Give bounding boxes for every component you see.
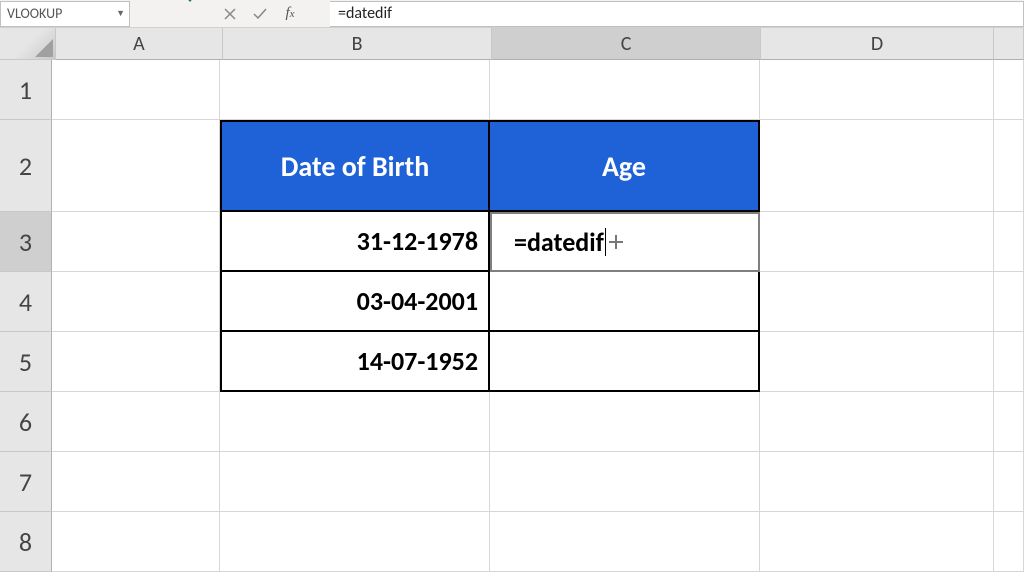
cell-C6[interactable] [490,392,760,452]
cell-B7[interactable] [220,452,490,512]
cell-C4[interactable] [490,272,760,332]
editing-text: =datedif [514,226,604,258]
cell-E2[interactable] [994,120,1024,212]
text-cursor-icon [605,228,606,256]
row-header-8[interactable]: 8 [0,512,52,572]
cell-E7[interactable] [994,452,1024,512]
dob-value-1: 31-12-1978 [357,225,478,257]
row-header-2[interactable]: 2 [0,120,52,212]
cell-C7[interactable] [490,452,760,512]
cell-D6[interactable] [760,392,994,452]
cell-A4[interactable] [52,272,220,332]
row-header-6[interactable]: 6 [0,392,52,452]
cell-B1[interactable] [220,60,490,120]
cell-A7[interactable] [52,452,220,512]
cell-A6[interactable] [52,392,220,452]
cell-E3[interactable] [994,212,1024,272]
select-all-corner[interactable] [0,28,56,60]
formula-bar: VLOOKUP ▼ fx =datedif [0,0,1024,28]
cell-E8[interactable] [994,512,1024,572]
row-header-7[interactable]: 7 [0,452,52,512]
cell-E4[interactable] [994,272,1024,332]
cell-B6[interactable] [220,392,490,452]
fill-handle-cursor-icon [609,235,623,249]
cell-D7[interactable] [760,452,994,512]
cell-D3[interactable] [760,212,994,272]
cell-A5[interactable] [52,332,220,392]
cell-D4[interactable] [760,272,994,332]
cell-D2[interactable] [760,120,994,212]
cell-D8[interactable] [760,512,994,572]
header-age: Age [602,149,646,184]
row-header-3[interactable]: 3 [0,212,52,272]
cell-A2[interactable] [52,120,220,212]
formula-input-text: =datedif [338,4,392,23]
cancel-formula-button[interactable] [222,6,238,22]
header-date-of-birth: Date of Birth [281,149,430,184]
col-header-A[interactable]: A [56,28,223,60]
row-header-1[interactable]: 1 [0,60,52,120]
column-headers: A B C D [0,28,1024,60]
name-box-dropdown-icon[interactable]: ▼ [116,8,125,19]
cells-area[interactable]: Date of Birth Age 31-12-1978 =datedif 03… [52,60,1024,576]
cell-A3[interactable] [52,212,220,272]
cell-E1[interactable] [994,60,1024,120]
col-header-D[interactable]: D [761,28,994,60]
cell-E5[interactable] [994,332,1024,392]
cell-C3[interactable]: =datedif [490,212,760,272]
cell-C8[interactable] [490,512,760,572]
row-header-4[interactable]: 4 [0,272,52,332]
name-box-value: VLOOKUP [7,5,62,22]
formula-bar-buttons: fx [190,6,330,22]
cell-A8[interactable] [52,512,220,572]
confirm-formula-button[interactable] [252,6,268,22]
cell-E6[interactable] [994,392,1024,452]
col-header-C[interactable]: C [492,28,761,60]
cell-D5[interactable] [760,332,994,392]
row-headers: 1 2 3 4 5 6 7 8 [0,60,52,576]
cell-B8[interactable] [220,512,490,572]
cell-B5[interactable]: 14-07-1952 [220,332,490,392]
formula-input[interactable]: =datedif [330,1,1024,27]
dob-value-2: 03-04-2001 [357,285,478,317]
cell-A1[interactable] [52,60,220,120]
name-box[interactable]: VLOOKUP ▼ [0,1,130,27]
col-header-B[interactable]: B [223,28,492,60]
cell-C1[interactable] [490,60,760,120]
dob-value-3: 14-07-1952 [357,345,478,377]
cell-B2[interactable]: Date of Birth [220,120,490,212]
ribbon-indicator-icon [180,0,200,2]
spreadsheet-grid[interactable]: A B C D 1 2 3 4 5 6 7 8 [0,28,1024,576]
cell-B4[interactable]: 03-04-2001 [220,272,490,332]
row-header-5[interactable]: 5 [0,332,52,392]
col-header-E[interactable] [994,28,1024,60]
cell-D1[interactable] [760,60,994,120]
cell-B3[interactable]: 31-12-1978 [220,212,490,272]
cell-C2[interactable]: Age [490,120,760,212]
cell-C5[interactable] [490,332,760,392]
insert-function-button[interactable]: fx [282,6,298,22]
